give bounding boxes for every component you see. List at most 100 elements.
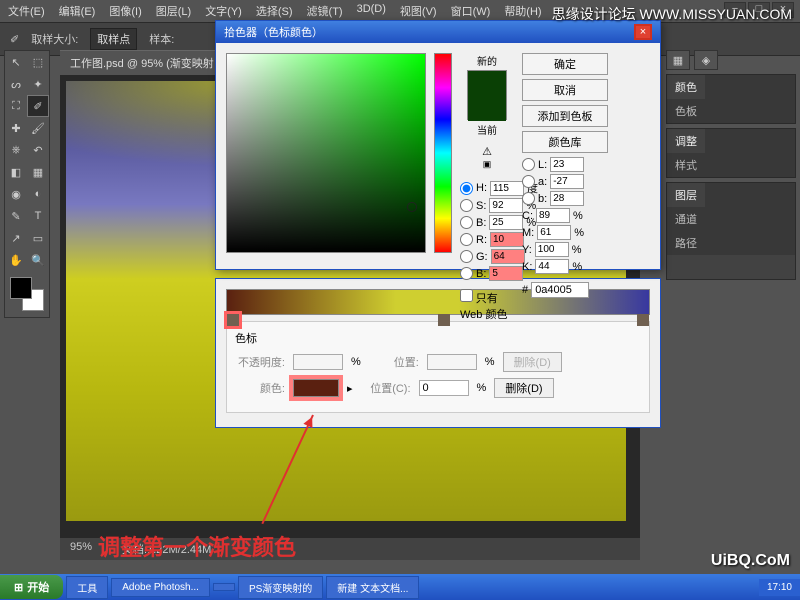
lasso-tool[interactable]: ᔕ: [5, 73, 27, 95]
menu-help[interactable]: 帮助(H): [504, 3, 541, 19]
opacity-label: 不透明度:: [235, 354, 285, 370]
add-swatch-button[interactable]: 添加到色板: [522, 105, 608, 127]
color-chip[interactable]: [293, 379, 339, 397]
input-bb[interactable]: [489, 266, 523, 281]
tab-layers[interactable]: 图层: [667, 183, 705, 207]
tab-swatches[interactable]: 色板: [667, 99, 705, 123]
current-label: 当前: [460, 122, 514, 137]
delete2-button[interactable]: 删除(D): [494, 378, 553, 398]
marquee-tool[interactable]: ⬚: [27, 51, 49, 73]
input-l[interactable]: [550, 157, 584, 172]
color-preview: [467, 70, 507, 120]
shape-tool[interactable]: ▭: [27, 227, 49, 249]
dodge-tool[interactable]: ◐: [27, 183, 49, 205]
task-item[interactable]: 工具: [66, 576, 108, 599]
new-label: 新的: [460, 53, 514, 68]
watermark-top: 思缘设计论坛 WWW.MISSYUAN.COM: [552, 4, 792, 24]
system-tray[interactable]: 17:10: [759, 579, 800, 596]
cancel-button[interactable]: 取消: [522, 79, 608, 101]
menu-view[interactable]: 视图(V): [400, 3, 437, 19]
color-cursor[interactable]: [407, 202, 417, 212]
zoom-tool[interactable]: 🔍: [27, 249, 49, 271]
tab-paths[interactable]: 路径: [667, 231, 705, 255]
input-a[interactable]: [550, 174, 584, 189]
input-s[interactable]: [489, 198, 523, 213]
start-button[interactable]: ⊞开始: [0, 575, 63, 599]
task-item[interactable]: Adobe Photosh...: [111, 578, 210, 597]
input-k[interactable]: [535, 259, 569, 274]
gradient-tool[interactable]: ▦: [27, 161, 49, 183]
web-only-checkbox[interactable]: [460, 289, 473, 302]
zoom-level[interactable]: 95%: [70, 541, 92, 557]
input-y[interactable]: [535, 242, 569, 257]
radio-b[interactable]: [460, 216, 473, 229]
input-hex[interactable]: [531, 282, 589, 298]
panel-icon-1[interactable]: ▦: [666, 50, 690, 70]
input-c[interactable]: [536, 208, 570, 223]
blur-tool[interactable]: ◉: [5, 183, 27, 205]
heal-tool[interactable]: ✚: [5, 117, 27, 139]
close-icon[interactable]: ×: [634, 24, 652, 40]
pen-tool[interactable]: ✎: [5, 205, 27, 227]
input-m[interactable]: [537, 225, 571, 240]
document-tab[interactable]: 工作图.psd @ 95% (渐变映射: [60, 50, 224, 75]
task-item[interactable]: PS渐变映射的: [238, 576, 323, 599]
eraser-tool[interactable]: ◧: [5, 161, 27, 183]
menu-type[interactable]: 文字(Y): [205, 3, 242, 19]
radio-s[interactable]: [460, 199, 473, 212]
menu-window[interactable]: 窗口(W): [451, 3, 491, 19]
radio-bb[interactable]: [460, 267, 473, 280]
watermark-bottom: UiBQ.CoM: [711, 552, 790, 570]
menu-image[interactable]: 图像(I): [109, 3, 141, 19]
taskbar: ⊞开始 工具 Adobe Photosh... PS渐变映射的 新建 文本文档.…: [0, 574, 800, 600]
color-lib-button[interactable]: 颜色库: [522, 131, 608, 153]
menu-edit[interactable]: 编辑(E): [59, 3, 96, 19]
input-b[interactable]: [489, 215, 523, 230]
pos2-input[interactable]: [419, 380, 469, 396]
task-item[interactable]: [213, 583, 235, 591]
radio-a[interactable]: [522, 175, 535, 188]
cube-icon[interactable]: ▣: [483, 159, 492, 169]
radio-g[interactable]: [460, 250, 473, 263]
history-brush-tool[interactable]: ↶: [27, 139, 49, 161]
sample-size-dropdown[interactable]: 取样点: [90, 28, 137, 50]
menu-3d[interactable]: 3D(D): [357, 3, 386, 19]
hue-slider[interactable]: [434, 53, 452, 253]
color-panel: 颜色 色板: [666, 74, 796, 124]
pos1-input: [427, 354, 477, 370]
ok-button[interactable]: 确定: [522, 53, 608, 75]
wand-tool[interactable]: ✦: [27, 73, 49, 95]
menu-layer[interactable]: 图层(L): [156, 3, 191, 19]
radio-r[interactable]: [460, 233, 473, 246]
color-field[interactable]: [226, 53, 426, 253]
menu-select[interactable]: 选择(S): [256, 3, 293, 19]
panel-icon-2[interactable]: ◈: [694, 50, 718, 70]
radio-l[interactable]: [522, 158, 535, 171]
menu-filter[interactable]: 滤镜(T): [307, 3, 343, 19]
input-g[interactable]: [491, 249, 525, 264]
warning-icon[interactable]: ⚠: [482, 146, 492, 158]
path-tool[interactable]: ↗: [5, 227, 27, 249]
hand-tool[interactable]: ✋: [5, 249, 27, 271]
tab-styles[interactable]: 样式: [667, 153, 705, 177]
input-h[interactable]: [490, 181, 524, 196]
color-swatches[interactable]: [10, 277, 44, 311]
input-r[interactable]: [490, 232, 524, 247]
radio-lab-b[interactable]: [522, 192, 535, 205]
tab-channels[interactable]: 通道: [667, 207, 705, 231]
task-item[interactable]: 新建 文本文档...: [326, 576, 419, 599]
tab-color[interactable]: 颜色: [667, 75, 705, 99]
tab-adjust[interactable]: 调整: [667, 129, 705, 153]
brush-tool[interactable]: 🖌: [27, 117, 49, 139]
stamp-tool[interactable]: ⎈: [5, 139, 27, 161]
type-tool[interactable]: T: [27, 205, 49, 227]
chevron-right-icon[interactable]: ▸: [347, 382, 353, 395]
menu-file[interactable]: 文件(E): [8, 3, 45, 19]
input-lab-b[interactable]: [550, 191, 584, 206]
crop-tool[interactable]: ⛶: [5, 95, 27, 117]
sample-label: 样本:: [149, 31, 174, 47]
move-tool[interactable]: ↖: [5, 51, 27, 73]
radio-h[interactable]: [460, 182, 473, 195]
eyedropper-tool[interactable]: ✐: [27, 95, 49, 117]
color-picker-dialog: 拾色器（色标颜色） × 新的 当前 ⚠ ▣ H:度 S:% B:% R: G: …: [215, 20, 661, 270]
